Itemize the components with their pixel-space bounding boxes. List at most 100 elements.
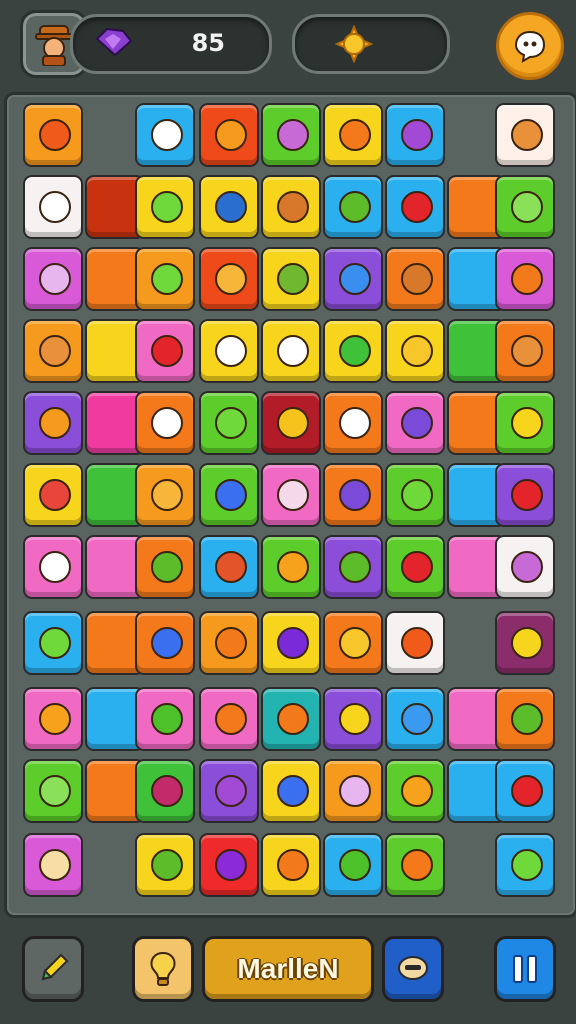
apple-icon: [401, 551, 433, 583]
board-tile[interactable]: [261, 247, 321, 311]
pause-button[interactable]: [494, 936, 556, 1002]
donut-icon: [401, 407, 433, 439]
help-bubble-icon: [514, 30, 546, 63]
gem-icon: [95, 27, 133, 57]
board-tile[interactable]: [495, 319, 555, 383]
hint-button[interactable]: [132, 936, 194, 1002]
board-tile[interactable]: [323, 759, 383, 823]
board-tile[interactable]: [135, 833, 195, 897]
board-tile[interactable]: [261, 535, 321, 599]
board-tile[interactable]: [199, 759, 259, 823]
board-tile[interactable]: [261, 103, 321, 167]
board-tile[interactable]: [23, 391, 83, 455]
chili-icon: [215, 551, 247, 583]
board-tile[interactable]: [495, 687, 555, 751]
board-tile[interactable]: [199, 391, 259, 455]
gear-icon: [401, 119, 433, 151]
board-tile[interactable]: [23, 535, 83, 599]
board-tile[interactable]: [261, 611, 321, 675]
board-tile[interactable]: [385, 319, 445, 383]
board-tile[interactable]: [199, 687, 259, 751]
lettuce-icon: [39, 775, 71, 807]
sun-pill: [292, 14, 450, 74]
board-tile[interactable]: [261, 759, 321, 823]
leaf-icon: [339, 191, 371, 223]
board-tile[interactable]: [385, 247, 445, 311]
board-tile[interactable]: [199, 611, 259, 675]
board-tile[interactable]: [23, 611, 83, 675]
board-tile[interactable]: [385, 463, 445, 527]
board-tile[interactable]: [495, 833, 555, 897]
board-tile[interactable]: [495, 103, 555, 167]
score-value: 85: [191, 29, 225, 57]
board-tile[interactable]: [23, 103, 83, 167]
board-tile[interactable]: [385, 759, 445, 823]
board-tile[interactable]: [23, 687, 83, 751]
board-tile[interactable]: [385, 175, 445, 239]
board-tile[interactable]: [495, 611, 555, 675]
board-tile[interactable]: [199, 319, 259, 383]
board-tile[interactable]: [135, 175, 195, 239]
board-tile[interactable]: [495, 391, 555, 455]
board-tile[interactable]: [323, 687, 383, 751]
board-tile[interactable]: [23, 759, 83, 823]
board-tile[interactable]: [199, 103, 259, 167]
board-tile[interactable]: [23, 833, 83, 897]
board-tile[interactable]: [199, 535, 259, 599]
camera-icon: [151, 407, 183, 439]
board-tile[interactable]: [385, 611, 445, 675]
cookie-icon: [215, 263, 247, 295]
board-tile[interactable]: [199, 833, 259, 897]
apple-icon: [511, 479, 543, 511]
board-tile[interactable]: [323, 247, 383, 311]
board-tile[interactable]: [323, 611, 383, 675]
board-tile[interactable]: [23, 175, 83, 239]
board-tile[interactable]: [385, 535, 445, 599]
speech-bubble-icon: [151, 119, 183, 151]
board-tile[interactable]: [261, 391, 321, 455]
board-tile[interactable]: [23, 319, 83, 383]
board-tile[interactable]: [495, 247, 555, 311]
board-tile[interactable]: [135, 759, 195, 823]
board-tile[interactable]: [385, 833, 445, 897]
board-tile[interactable]: [385, 687, 445, 751]
board-tile[interactable]: [199, 463, 259, 527]
board-tile[interactable]: [135, 391, 195, 455]
chat-button[interactable]: [382, 936, 444, 1002]
board-tile[interactable]: [385, 103, 445, 167]
board-tile[interactable]: [261, 687, 321, 751]
board-tile[interactable]: [23, 463, 83, 527]
board-tile[interactable]: [495, 175, 555, 239]
board-tile[interactable]: [261, 463, 321, 527]
board-tile[interactable]: [323, 391, 383, 455]
board-tile[interactable]: [135, 611, 195, 675]
score-pill: 85: [70, 14, 272, 74]
board-tile[interactable]: [495, 759, 555, 823]
help-button[interactable]: [496, 12, 564, 80]
board-tile[interactable]: [135, 535, 195, 599]
board-tile[interactable]: [23, 247, 83, 311]
board-tile[interactable]: [199, 247, 259, 311]
board-tile[interactable]: [135, 463, 195, 527]
board-tile[interactable]: [385, 391, 445, 455]
board-tile[interactable]: [261, 833, 321, 897]
board-tile[interactable]: [261, 175, 321, 239]
board-tile[interactable]: [323, 319, 383, 383]
board-tile[interactable]: [135, 687, 195, 751]
main-action-button[interactable]: MarlleN: [202, 936, 374, 1002]
ring-icon: [339, 849, 371, 881]
fork-icon: [277, 479, 309, 511]
board-tile[interactable]: [323, 535, 383, 599]
board-tile[interactable]: [323, 463, 383, 527]
board-tile[interactable]: [323, 103, 383, 167]
board-tile[interactable]: [495, 535, 555, 599]
board-tile[interactable]: [135, 319, 195, 383]
board-tile[interactable]: [495, 463, 555, 527]
board-tile[interactable]: [199, 175, 259, 239]
pencil-button[interactable]: [22, 936, 84, 1002]
board-tile[interactable]: [135, 103, 195, 167]
board-tile[interactable]: [323, 175, 383, 239]
board-tile[interactable]: [323, 833, 383, 897]
board-tile[interactable]: [135, 247, 195, 311]
board-tile[interactable]: [261, 319, 321, 383]
